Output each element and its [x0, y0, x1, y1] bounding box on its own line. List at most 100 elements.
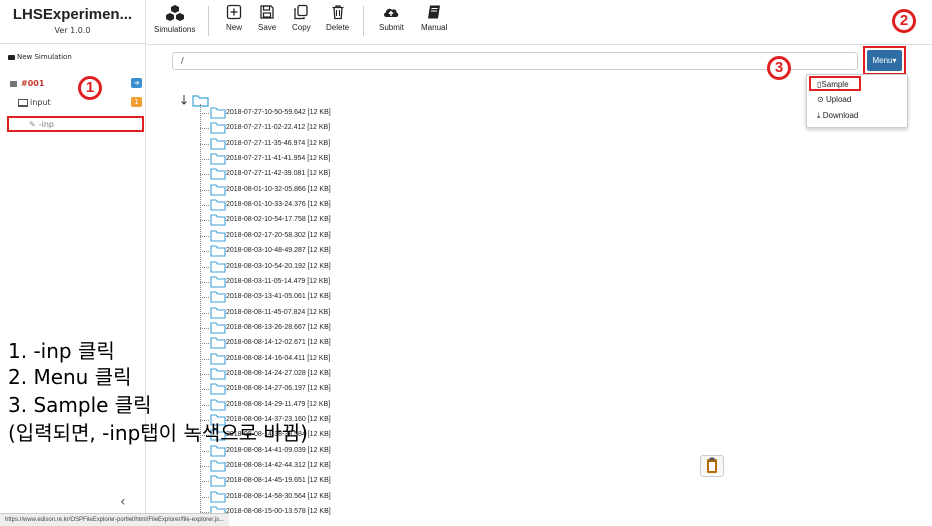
folder-icon	[210, 107, 226, 119]
folder-icon	[210, 153, 226, 165]
sample-highlight-box	[809, 76, 861, 91]
delete-label: Delete	[326, 23, 350, 32]
tree-connector	[200, 189, 209, 191]
input-count-badge: 1	[131, 97, 142, 107]
tree-item-label: 2018-08-03-13-41-05.061 [12 KB]	[226, 293, 331, 301]
simulation-item-001[interactable]: #001	[10, 79, 44, 88]
clipboard-icon[interactable]	[700, 455, 724, 477]
instruction-line-1: 1. -inp 클릭	[8, 339, 115, 363]
tree-connector	[200, 220, 209, 222]
copy-button[interactable]: Copy	[292, 4, 311, 32]
folder-icon	[210, 491, 226, 503]
menu-item-upload[interactable]: ⊙ Upload	[817, 95, 851, 104]
folder-icon	[210, 399, 226, 411]
app-title: LHSExperimen...	[12, 6, 133, 23]
folder-icon	[210, 230, 226, 242]
folder-icon	[210, 260, 226, 273]
marker-1: 1	[78, 76, 102, 100]
new-button[interactable]: New	[226, 4, 242, 32]
tree-connector	[200, 496, 209, 498]
tree-connector	[200, 174, 209, 176]
folder-icon	[210, 383, 226, 395]
folder-icon	[210, 445, 226, 457]
manual-button[interactable]: Manual	[421, 4, 447, 32]
submit-label: Submit	[379, 23, 404, 32]
download-icon: ⤓	[817, 111, 821, 120]
tree-item-label: 2018-08-08-14-12-02.671 [12 KB]	[226, 339, 331, 347]
tree-item-label: 2018-08-08-14-29-11.479 [12 KB]	[226, 400, 331, 408]
toolbar: Simulations New Save Copy Delete Submit …	[146, 0, 932, 45]
simulation-id: #001	[21, 79, 45, 88]
tree-connector	[200, 159, 209, 161]
tree-item-label: 2018-08-08-15-00-13.578 [12 KB]	[226, 508, 331, 516]
tree-item-label: 2018-08-03-11-05-14.479 [12 KB]	[226, 277, 331, 285]
menu-highlight-box	[863, 46, 906, 75]
tree-guide-line	[200, 104, 202, 514]
folder-icon	[210, 245, 226, 257]
folder-icon	[210, 368, 226, 380]
folder-icon	[210, 138, 226, 150]
tree-item-label: 2018-08-02-17-20-58.302 [12 KB]	[226, 231, 331, 239]
edit-icon: ✎	[29, 120, 36, 129]
save-label: Save	[258, 23, 277, 32]
tree-item-label: 2018-08-08-13-26-28.667 [12 KB]	[226, 323, 331, 331]
tree-root[interactable]	[181, 92, 211, 111]
folder-icon	[210, 168, 226, 180]
folder-icon	[210, 199, 226, 211]
tree-item-label: 2018-08-08-11-45-07.824 [12 KB]	[226, 308, 331, 316]
inp-label: -inp	[38, 120, 54, 129]
new-simulation-label: New Simulation	[17, 53, 72, 61]
toolbar-divider	[363, 6, 364, 36]
sidebar: New Simulation #001 ➔ input 1 ✎ -inp ‹	[0, 44, 146, 526]
submit-button[interactable]: Submit	[379, 4, 404, 32]
input-item[interactable]: input	[18, 98, 51, 107]
upload-label: Upload	[825, 95, 852, 104]
tree-item-label: 2018-08-02-10-54-17.758 [12 KB]	[226, 216, 331, 224]
inp-item[interactable]: ✎ -inp	[7, 116, 144, 132]
tree-connector	[200, 481, 209, 483]
tree-item-label: 2018-08-08-14-58-30.564 [12 KB]	[226, 492, 331, 500]
path-input[interactable]: /	[172, 52, 858, 70]
app-version: Ver 1.0.0	[54, 26, 91, 35]
instruction-line-3: 3. Sample 클릭	[8, 393, 152, 417]
menu-item-download[interactable]: ⤓ Download	[817, 111, 858, 121]
tree-connector	[200, 343, 209, 345]
instruction-line-4: (입력되면, -inp탭이 녹색으로 바뀜)	[8, 421, 308, 445]
plus-square-icon	[226, 4, 242, 20]
folder-icon	[210, 291, 226, 303]
folder-icon	[210, 184, 226, 196]
tree-item-label: 2018-08-01-10-32-05.866 [12 KB]	[226, 185, 331, 193]
tree-connector	[200, 205, 209, 207]
tree-item-label: 2018-08-08-14-42-44.312 [12 KB]	[226, 462, 331, 470]
marker-2: 2	[892, 9, 916, 33]
tree-connector	[200, 266, 209, 268]
tree-connector	[200, 327, 209, 329]
trash-icon	[332, 5, 344, 20]
simulations-label: Simulations	[154, 25, 196, 34]
tree-item-label: 2018-08-03-10-48-49.287 [12 KB]	[226, 247, 331, 255]
tree-connector	[200, 404, 209, 406]
simulations-button[interactable]: Simulations	[154, 4, 195, 34]
tree-item-label: 2018-08-08-14-16-04.411 [12 KB]	[226, 354, 331, 362]
arrow-right-icon[interactable]: ➔	[131, 78, 142, 88]
folder-icon	[210, 276, 226, 288]
collapse-sidebar-button[interactable]: ‹	[120, 494, 126, 510]
tree-item-label: 2018-07-27-11-35-46.974 [12 KB]	[226, 139, 331, 147]
tree-item-label: 2018-07-27-11-41-41.954 [12 KB]	[226, 155, 331, 163]
cloud-upload-icon	[384, 8, 399, 17]
marker-3: 3	[767, 56, 791, 80]
folder-icon	[210, 337, 226, 349]
tree-item-label: 2018-07-27-10-50-59.642 [12 KB]	[226, 109, 331, 116]
folder-icon	[210, 475, 226, 487]
folder-icon	[210, 322, 226, 334]
tree-connector	[200, 281, 209, 283]
folder-icon	[210, 122, 226, 134]
new-simulation-item[interactable]: New Simulation	[8, 53, 72, 61]
save-button[interactable]: Save	[258, 4, 276, 32]
tree-connector	[200, 297, 209, 299]
tree-connector	[200, 251, 209, 253]
delete-button[interactable]: Delete	[326, 4, 349, 32]
book-icon	[428, 5, 441, 19]
laptop-icon	[18, 98, 28, 107]
simulation-icon	[10, 80, 17, 87]
